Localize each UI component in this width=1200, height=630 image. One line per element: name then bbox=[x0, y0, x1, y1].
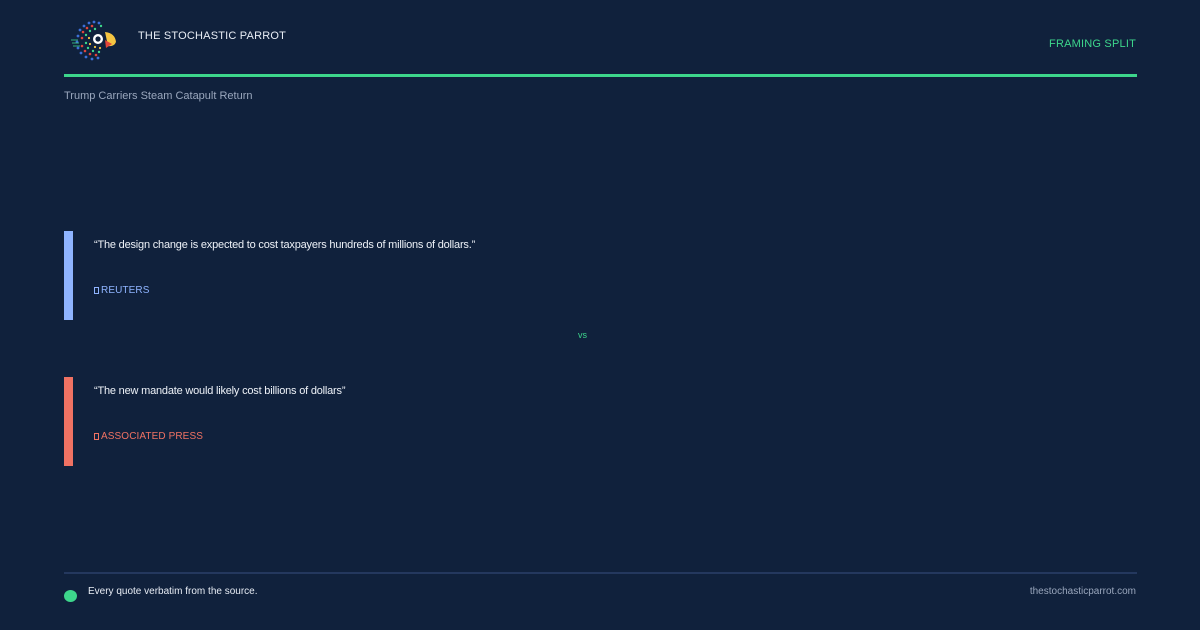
quote-card-ap: “The new mandate would likely cost billi… bbox=[64, 377, 1137, 466]
quote-text: “The design change is expected to cost t… bbox=[94, 239, 476, 251]
source-icon bbox=[94, 287, 99, 294]
quote-card-reuters: “The design change is expected to cost t… bbox=[64, 231, 1137, 320]
quote-source: REUTERS bbox=[94, 285, 149, 296]
footer-divider bbox=[64, 572, 1137, 574]
header-divider bbox=[64, 74, 1137, 77]
brand-name: THE STOCHASTIC PARROT bbox=[138, 30, 287, 42]
quote-source: ASSOCIATED PRESS bbox=[94, 431, 203, 442]
framing-split-tag: FRAMING SPLIT bbox=[1049, 38, 1136, 50]
status-dot-icon bbox=[64, 590, 77, 602]
story-headline: Trump Carriers Steam Catapult Return bbox=[64, 90, 253, 102]
parrot-logo-icon bbox=[71, 20, 116, 61]
quote-text: “The new mandate would likely cost billi… bbox=[94, 385, 346, 397]
footer-note: Every quote verbatim from the source. bbox=[88, 586, 258, 597]
quote-source-label: REUTERS bbox=[101, 285, 150, 296]
source-icon bbox=[94, 433, 99, 440]
site-url[interactable]: thestochasticparrot.com bbox=[1030, 586, 1136, 597]
quote-accent-bar bbox=[64, 377, 73, 466]
quote-source-label: ASSOCIATED PRESS bbox=[101, 431, 203, 442]
quote-accent-bar bbox=[64, 231, 73, 320]
share-card: THE STOCHASTIC PARROT FRAMING SPLIT Trum… bbox=[0, 0, 1200, 630]
versus-label: vs bbox=[578, 330, 587, 340]
